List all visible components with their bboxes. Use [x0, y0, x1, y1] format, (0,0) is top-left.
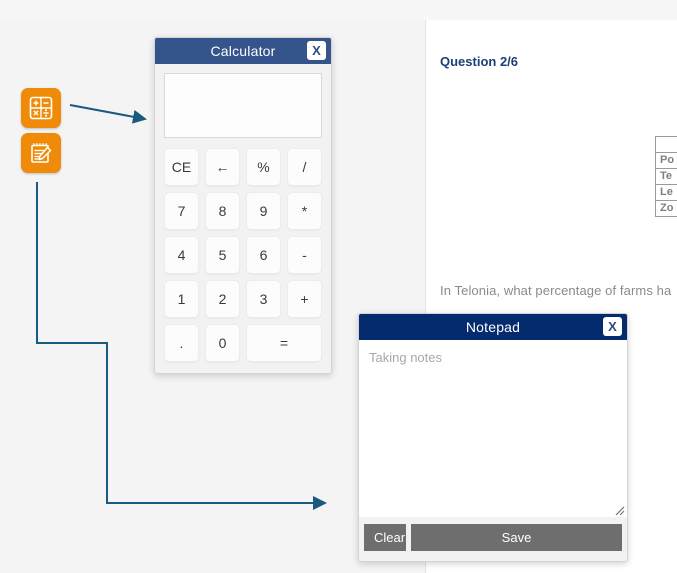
calc-key-minus[interactable]: -	[287, 236, 322, 274]
page-title: Question 2/6	[440, 54, 519, 69]
table-row: Po	[654, 152, 677, 169]
calc-key-plus[interactable]: +	[287, 280, 322, 318]
table-row: Te	[654, 168, 677, 185]
calc-key-decimal[interactable]: .	[164, 324, 199, 362]
table-header-row	[654, 136, 677, 153]
clear-button[interactable]: Clear	[364, 524, 406, 551]
notepad-launcher-button[interactable]	[21, 133, 61, 173]
save-button[interactable]: Save	[411, 524, 622, 551]
calculator-keypad: CE ← % / 7 8 9 * 4 5 6 - 1 2 3 + . 0 =	[164, 148, 322, 362]
table-cell-label: Zo	[654, 200, 677, 217]
resize-grip-icon[interactable]	[613, 504, 625, 516]
calculator-close-icon[interactable]: X	[307, 41, 326, 60]
notepad-window[interactable]: Notepad X Clear Save	[358, 313, 628, 562]
calculator-display[interactable]	[164, 73, 322, 138]
notepad-pencil-icon	[31, 143, 52, 163]
notepad-title-bar[interactable]: Notepad X	[359, 314, 627, 340]
calc-key-7[interactable]: 7	[164, 192, 199, 230]
calc-key-percent[interactable]: %	[246, 148, 281, 186]
calc-key-0[interactable]: 0	[205, 324, 240, 362]
calc-key-5[interactable]: 5	[205, 236, 240, 274]
calculator-icon	[29, 96, 53, 120]
calc-key-9[interactable]: 9	[246, 192, 281, 230]
calc-key-equals[interactable]: =	[246, 324, 322, 362]
table-row: Le	[654, 184, 677, 201]
calc-key-3[interactable]: 3	[246, 280, 281, 318]
question-text: In Telonia, what percentage of farms ha	[440, 283, 672, 298]
calculator-window[interactable]: Calculator X CE ← % / 7 8 9 * 4 5 6 - 1 …	[154, 37, 332, 374]
notepad-title: Notepad	[465, 319, 521, 335]
calc-key-divide[interactable]: /	[287, 148, 322, 186]
calc-key-multiply[interactable]: *	[287, 192, 322, 230]
calc-key-backspace[interactable]: ←	[205, 148, 240, 186]
table-row: Zo	[654, 200, 677, 217]
table-header-cell	[654, 136, 677, 153]
table-cell-label: Po	[654, 152, 677, 169]
calc-key-2[interactable]: 2	[205, 280, 240, 318]
top-strip	[0, 0, 677, 20]
calc-key-8[interactable]: 8	[205, 192, 240, 230]
calculator-title-bar[interactable]: Calculator X	[155, 38, 331, 64]
notepad-editor-area	[359, 340, 627, 517]
notepad-action-bar: Clear Save	[359, 517, 627, 558]
calculator-launcher-button[interactable]	[21, 88, 61, 128]
calc-key-ce[interactable]: CE	[164, 148, 199, 186]
calc-key-4[interactable]: 4	[164, 236, 199, 274]
notepad-textarea[interactable]	[359, 341, 627, 517]
data-table: Po Te Le Zo	[654, 136, 677, 217]
app-root: Question 2/6 Po Te Le Zo In Telonia, wha…	[0, 0, 677, 573]
notepad-close-icon[interactable]: X	[603, 317, 622, 336]
arrow-to-calculator	[69, 104, 147, 124]
table-cell-label: Le	[654, 184, 677, 201]
calc-key-6[interactable]: 6	[246, 236, 281, 274]
calc-key-1[interactable]: 1	[164, 280, 199, 318]
table-cell-label: Te	[654, 168, 677, 185]
calculator-title: Calculator	[210, 43, 276, 59]
